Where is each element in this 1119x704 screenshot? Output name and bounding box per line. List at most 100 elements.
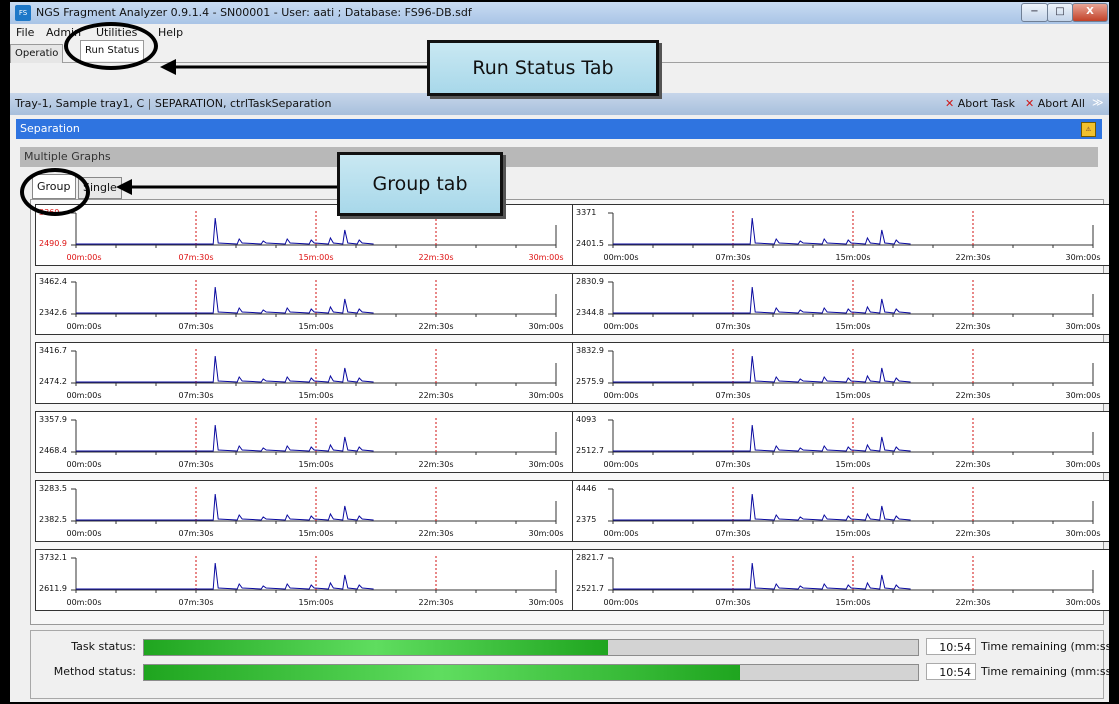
x-tick-label: 00m:00s	[603, 460, 639, 469]
method-progress-bar	[143, 664, 919, 681]
app-logo-icon: FS	[15, 5, 31, 21]
x-tick-label: 00m:00s	[603, 322, 639, 331]
collapse-chevron-icon[interactable]: ≫	[1092, 96, 1104, 109]
maximize-button[interactable]: □	[1047, 3, 1073, 22]
y-min-label: 2490.9	[39, 239, 67, 248]
method-time-label: Time remaining (mm:ss)	[981, 665, 1109, 678]
x-tick-label: 30m:00s	[1065, 529, 1101, 538]
y-min-label: 2611.9	[39, 584, 67, 593]
graph-panel: 2821.7 2521.7 00m:00s 07m:30s 15m:00s 22m:30s…	[572, 549, 1109, 611]
x-tick-label: 22m:30s	[418, 253, 454, 262]
signal-trace	[613, 424, 911, 452]
x-tick-label: 07m:30s	[715, 253, 751, 262]
x-tick-label: 15m:00s	[298, 253, 334, 262]
x-tick-label: 22m:30s	[418, 598, 454, 607]
abort-all-button[interactable]: ✕ Abort All	[1025, 97, 1085, 110]
signal-trace	[613, 286, 911, 314]
signal-trace	[76, 217, 374, 245]
signal-trace	[613, 217, 911, 245]
x-tick-label: 15m:00s	[835, 529, 871, 538]
x-tick-label: 07m:30s	[715, 460, 751, 469]
x-tick-label: 22m:30s	[418, 322, 454, 331]
signal-trace	[613, 562, 911, 590]
multiple-graphs-title: Multiple Graphs	[24, 150, 111, 163]
x-tick-label: 30m:00s	[1065, 460, 1101, 469]
x-tick-label: 00m:00s	[66, 598, 102, 607]
x-tick-label: 22m:30s	[418, 529, 454, 538]
status-panel: Task status: 10:54 Time remaining (mm:ss…	[30, 630, 1109, 699]
abort-all-icon: ✕	[1025, 97, 1035, 110]
x-tick-label: 00m:00s	[66, 322, 102, 331]
x-tick-label: 00m:00s	[603, 391, 639, 400]
menu-help[interactable]: Help	[158, 26, 183, 39]
x-tick-label: 07m:30s	[178, 460, 214, 469]
multiple-graphs-header: Multiple Graphs	[20, 147, 1098, 167]
y-max-label: 3416.7	[39, 346, 67, 355]
x-tick-label: 30m:00s	[1065, 322, 1101, 331]
separation-title: Separation	[20, 122, 80, 135]
run-status-circle	[64, 22, 158, 70]
y-min-label: 2575.9	[576, 377, 604, 386]
window-title: NGS Fragment Analyzer 0.9.1.4 - SN00001 …	[36, 6, 472, 19]
x-tick-label: 15m:00s	[835, 253, 871, 262]
y-max-label: 3462.4	[39, 277, 67, 286]
x-tick-label: 15m:00s	[835, 598, 871, 607]
y-max-label: 3832.9	[576, 346, 604, 355]
separation-header: Separation ⚠	[16, 119, 1102, 139]
x-tick-label: 22m:30s	[955, 460, 991, 469]
y-max-label: 2821.7	[576, 553, 604, 562]
y-max-label: 3371	[576, 208, 597, 217]
run-status-callout: Run Status Tab	[427, 40, 659, 96]
minimize-button[interactable]: −	[1021, 3, 1048, 22]
graph-panel: 3832.9 2575.9 00m:00s 07m:30s 15m:00s 22m:30s…	[572, 342, 1109, 404]
x-tick-label: 30m:00s	[1065, 598, 1101, 607]
y-min-label: 2342.6	[39, 308, 67, 317]
method-time-remaining: 10:54	[926, 663, 976, 680]
close-button[interactable]: X	[1072, 3, 1108, 22]
x-tick-label: 15m:00s	[298, 598, 334, 607]
x-tick-label: 22m:30s	[418, 460, 454, 469]
x-tick-label: 15m:00s	[835, 391, 871, 400]
x-tick-label: 07m:30s	[715, 598, 751, 607]
x-tick-label: 07m:30s	[178, 598, 214, 607]
task-time-remaining: 10:54	[926, 638, 976, 655]
x-tick-label: 00m:00s	[66, 253, 102, 262]
signal-trace	[76, 562, 374, 590]
y-max-label: 4446	[576, 484, 597, 493]
menu-file[interactable]: File	[16, 26, 34, 39]
x-tick-label: 15m:00s	[298, 391, 334, 400]
y-min-label: 2512.7	[576, 446, 604, 455]
x-tick-label: 07m:30s	[715, 322, 751, 331]
x-tick-label: 07m:30s	[715, 529, 751, 538]
task-description: Tray-1, Sample tray1, C | SEPARATION, ct…	[15, 97, 332, 110]
app-window: FS NGS Fragment Analyzer 0.9.1.4 - SN000…	[10, 2, 1109, 702]
graph-panel: 3283.5 2382.5 00m:00s 07m:30s 15m:00s 22m:30s…	[35, 480, 574, 542]
y-max-label: 3732.1	[39, 553, 67, 562]
signal-trace	[613, 493, 911, 521]
graph-panel: 3732.1 2611.9 00m:00s 07m:30s 15m:00s 22m:30s…	[35, 549, 574, 611]
group-tab-circle	[20, 168, 90, 216]
x-tick-label: 07m:30s	[178, 322, 214, 331]
x-tick-label: 22m:30s	[955, 529, 991, 538]
x-tick-label: 15m:00s	[298, 322, 334, 331]
abort-task-icon: ✕	[945, 97, 955, 110]
y-min-label: 2474.2	[39, 377, 67, 386]
x-tick-label: 00m:00s	[603, 598, 639, 607]
x-tick-label: 00m:00s	[603, 529, 639, 538]
x-tick-label: 07m:30s	[178, 391, 214, 400]
task-time-label: Time remaining (mm:ss)	[981, 640, 1109, 653]
y-min-label: 2468.4	[39, 446, 67, 455]
title-bar: FS NGS Fragment Analyzer 0.9.1.4 - SN000…	[10, 2, 1109, 24]
signal-trace	[76, 355, 374, 383]
x-tick-label: 00m:00s	[66, 460, 102, 469]
x-tick-label: 30m:00s	[528, 460, 564, 469]
y-min-label: 2375	[576, 515, 597, 524]
abort-task-button[interactable]: ✕ Abort Task	[945, 97, 1015, 110]
y-max-label: 3357.9	[39, 415, 67, 424]
x-tick-label: 22m:30s	[955, 598, 991, 607]
x-tick-label: 30m:00s	[1065, 253, 1101, 262]
graph-panel: 3416.7 2474.2 00m:00s 07m:30s 15m:00s 22m:30s…	[35, 342, 574, 404]
x-tick-label: 22m:30s	[955, 391, 991, 400]
tab-operation[interactable]: Operatio	[10, 44, 64, 63]
x-tick-label: 30m:00s	[528, 253, 564, 262]
